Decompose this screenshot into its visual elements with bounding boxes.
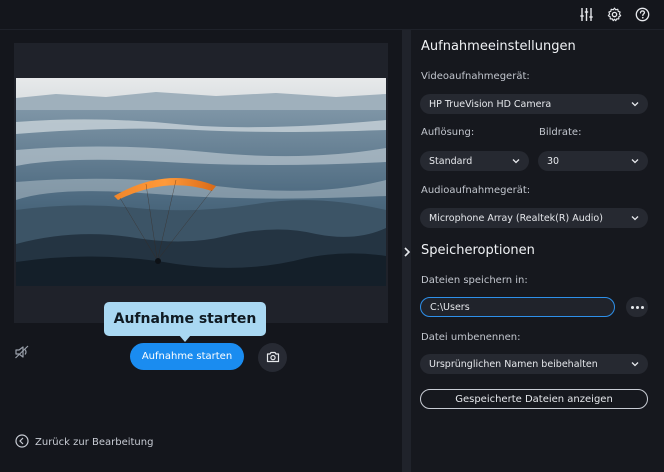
preview-pane: Aufnahme starten Aufnahme starten Zurück…: [0, 30, 402, 472]
save-location-input[interactable]: C:\Users: [420, 297, 615, 317]
video-device-select[interactable]: HP TrueVision HD Camera: [420, 94, 648, 114]
snapshot-button[interactable]: [258, 343, 287, 372]
audio-device-label: Audioaufnahmegerät:: [421, 185, 531, 196]
audio-device-value: Microphone Array (Realtek(R) Audio): [429, 212, 603, 224]
back-link-label: Zurück zur Bearbeitung: [35, 436, 154, 448]
camera-icon: [266, 348, 280, 367]
more-dots-icon: [630, 305, 644, 309]
rename-file-label: Datei umbenennen:: [421, 332, 521, 343]
chevron-down-icon: [631, 360, 639, 368]
audio-device-select[interactable]: Microphone Array (Realtek(R) Audio): [420, 208, 648, 228]
start-recording-button[interactable]: Aufnahme starten: [130, 343, 244, 370]
preview-image: [16, 78, 386, 286]
save-location-label: Dateien speichern in:: [421, 275, 528, 286]
tooltip-arrow: [179, 335, 191, 342]
framerate-label: Bildrate:: [539, 127, 582, 138]
resolution-label: Auflösung:: [421, 127, 475, 138]
chevron-right-icon[interactable]: [403, 243, 411, 257]
video-device-label: Videoaufnahmegerät:: [421, 71, 530, 82]
settings-panel: Aufnahmeeinstellungen Videoaufnahmegerät…: [411, 30, 664, 472]
recording-settings-title: Aufnahmeeinstellungen: [421, 39, 576, 54]
chevron-down-icon: [631, 214, 639, 222]
camera-preview: [14, 43, 388, 323]
top-bar: [0, 0, 664, 30]
start-recording-tooltip: Aufnahme starten: [104, 302, 266, 336]
back-to-editing-link[interactable]: Zurück zur Bearbeitung: [15, 433, 154, 451]
help-icon[interactable]: [634, 6, 651, 23]
chevron-down-icon: [512, 157, 520, 165]
gear-icon[interactable]: [606, 6, 623, 23]
resolution-value: Standard: [429, 155, 473, 167]
rename-file-value: Ursprünglichen Namen beibehalten: [429, 358, 598, 370]
chevron-down-icon: [631, 157, 639, 165]
framerate-value: 30: [547, 155, 560, 167]
browse-folder-button[interactable]: [626, 297, 648, 317]
storage-options-title: Speicheroptionen: [421, 243, 535, 258]
resolution-select[interactable]: Standard: [420, 151, 529, 171]
sliders-icon[interactable]: [578, 6, 595, 23]
rename-file-select[interactable]: Ursprünglichen Namen beibehalten: [420, 354, 648, 374]
muted-microphone-icon[interactable]: [14, 344, 30, 360]
show-saved-files-button[interactable]: Gespeicherte Dateien anzeigen: [420, 389, 648, 409]
video-device-value: HP TrueVision HD Camera: [429, 98, 552, 110]
chevron-down-icon: [631, 100, 639, 108]
framerate-select[interactable]: 30: [538, 151, 648, 171]
back-arrow-icon: [15, 433, 29, 451]
